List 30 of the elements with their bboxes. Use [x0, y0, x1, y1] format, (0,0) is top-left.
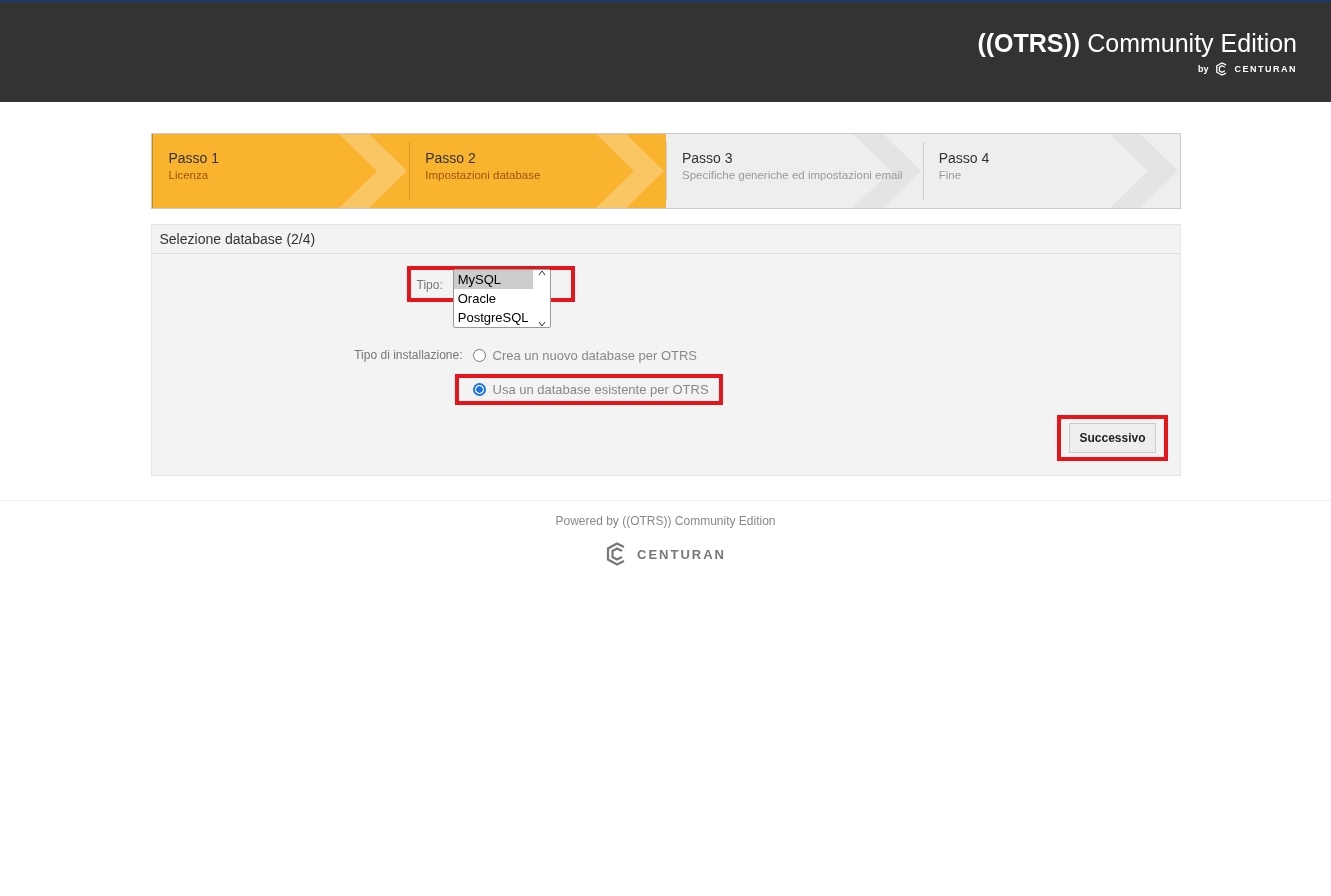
radio-label: Crea un nuovo database per OTRS — [492, 348, 697, 363]
step-title: Passo 3 — [682, 150, 734, 166]
logo-text: Community Edition — [1087, 28, 1297, 58]
brand-text: CENTURAN — [637, 546, 726, 562]
step-title: Passo 1 — [168, 150, 221, 166]
chevron-icon — [596, 134, 666, 208]
radio-button[interactable] — [472, 383, 486, 396]
step-subtitle: Impostazioni database — [425, 169, 542, 181]
logo-text: ((OTRS)) — [977, 28, 1081, 58]
panel-title: Selezione database (2/4) — [151, 225, 1180, 254]
step-title: Passo 2 — [425, 150, 477, 166]
step-subtitle: Specifiche generiche ed impostazioni email — [682, 169, 904, 181]
logo-by-text: by — [1198, 63, 1209, 74]
logo-brand-text: CENTURAN — [1234, 63, 1297, 74]
list-option[interactable]: MySQL — [453, 270, 533, 289]
list-option[interactable]: Oracle — [453, 289, 533, 308]
list-option[interactable]: PostgreSQL — [453, 308, 533, 327]
radio-button[interactable] — [472, 349, 486, 362]
powered-by-text: Powered by ((OTRS)) Community Edition — [555, 514, 776, 528]
step-title: Passo 4 — [938, 150, 991, 166]
field-label: Tipo: — [416, 277, 443, 294]
step-subtitle: Licenza — [168, 169, 210, 181]
step-subtitle: Fine — [938, 169, 963, 181]
next-button[interactable]: Successivo — [1069, 423, 1156, 453]
database-type-list[interactable]: MySQL Oracle PostgreSQL — [452, 269, 551, 328]
radio-label: Usa un database esistente per OTRS — [492, 382, 709, 397]
scroll-up-icon[interactable] — [538, 270, 547, 276]
centuran-logo-icon — [1214, 61, 1229, 76]
field-label: Tipo di installazione: — [353, 347, 463, 362]
scroll-down-icon[interactable] — [538, 321, 547, 327]
